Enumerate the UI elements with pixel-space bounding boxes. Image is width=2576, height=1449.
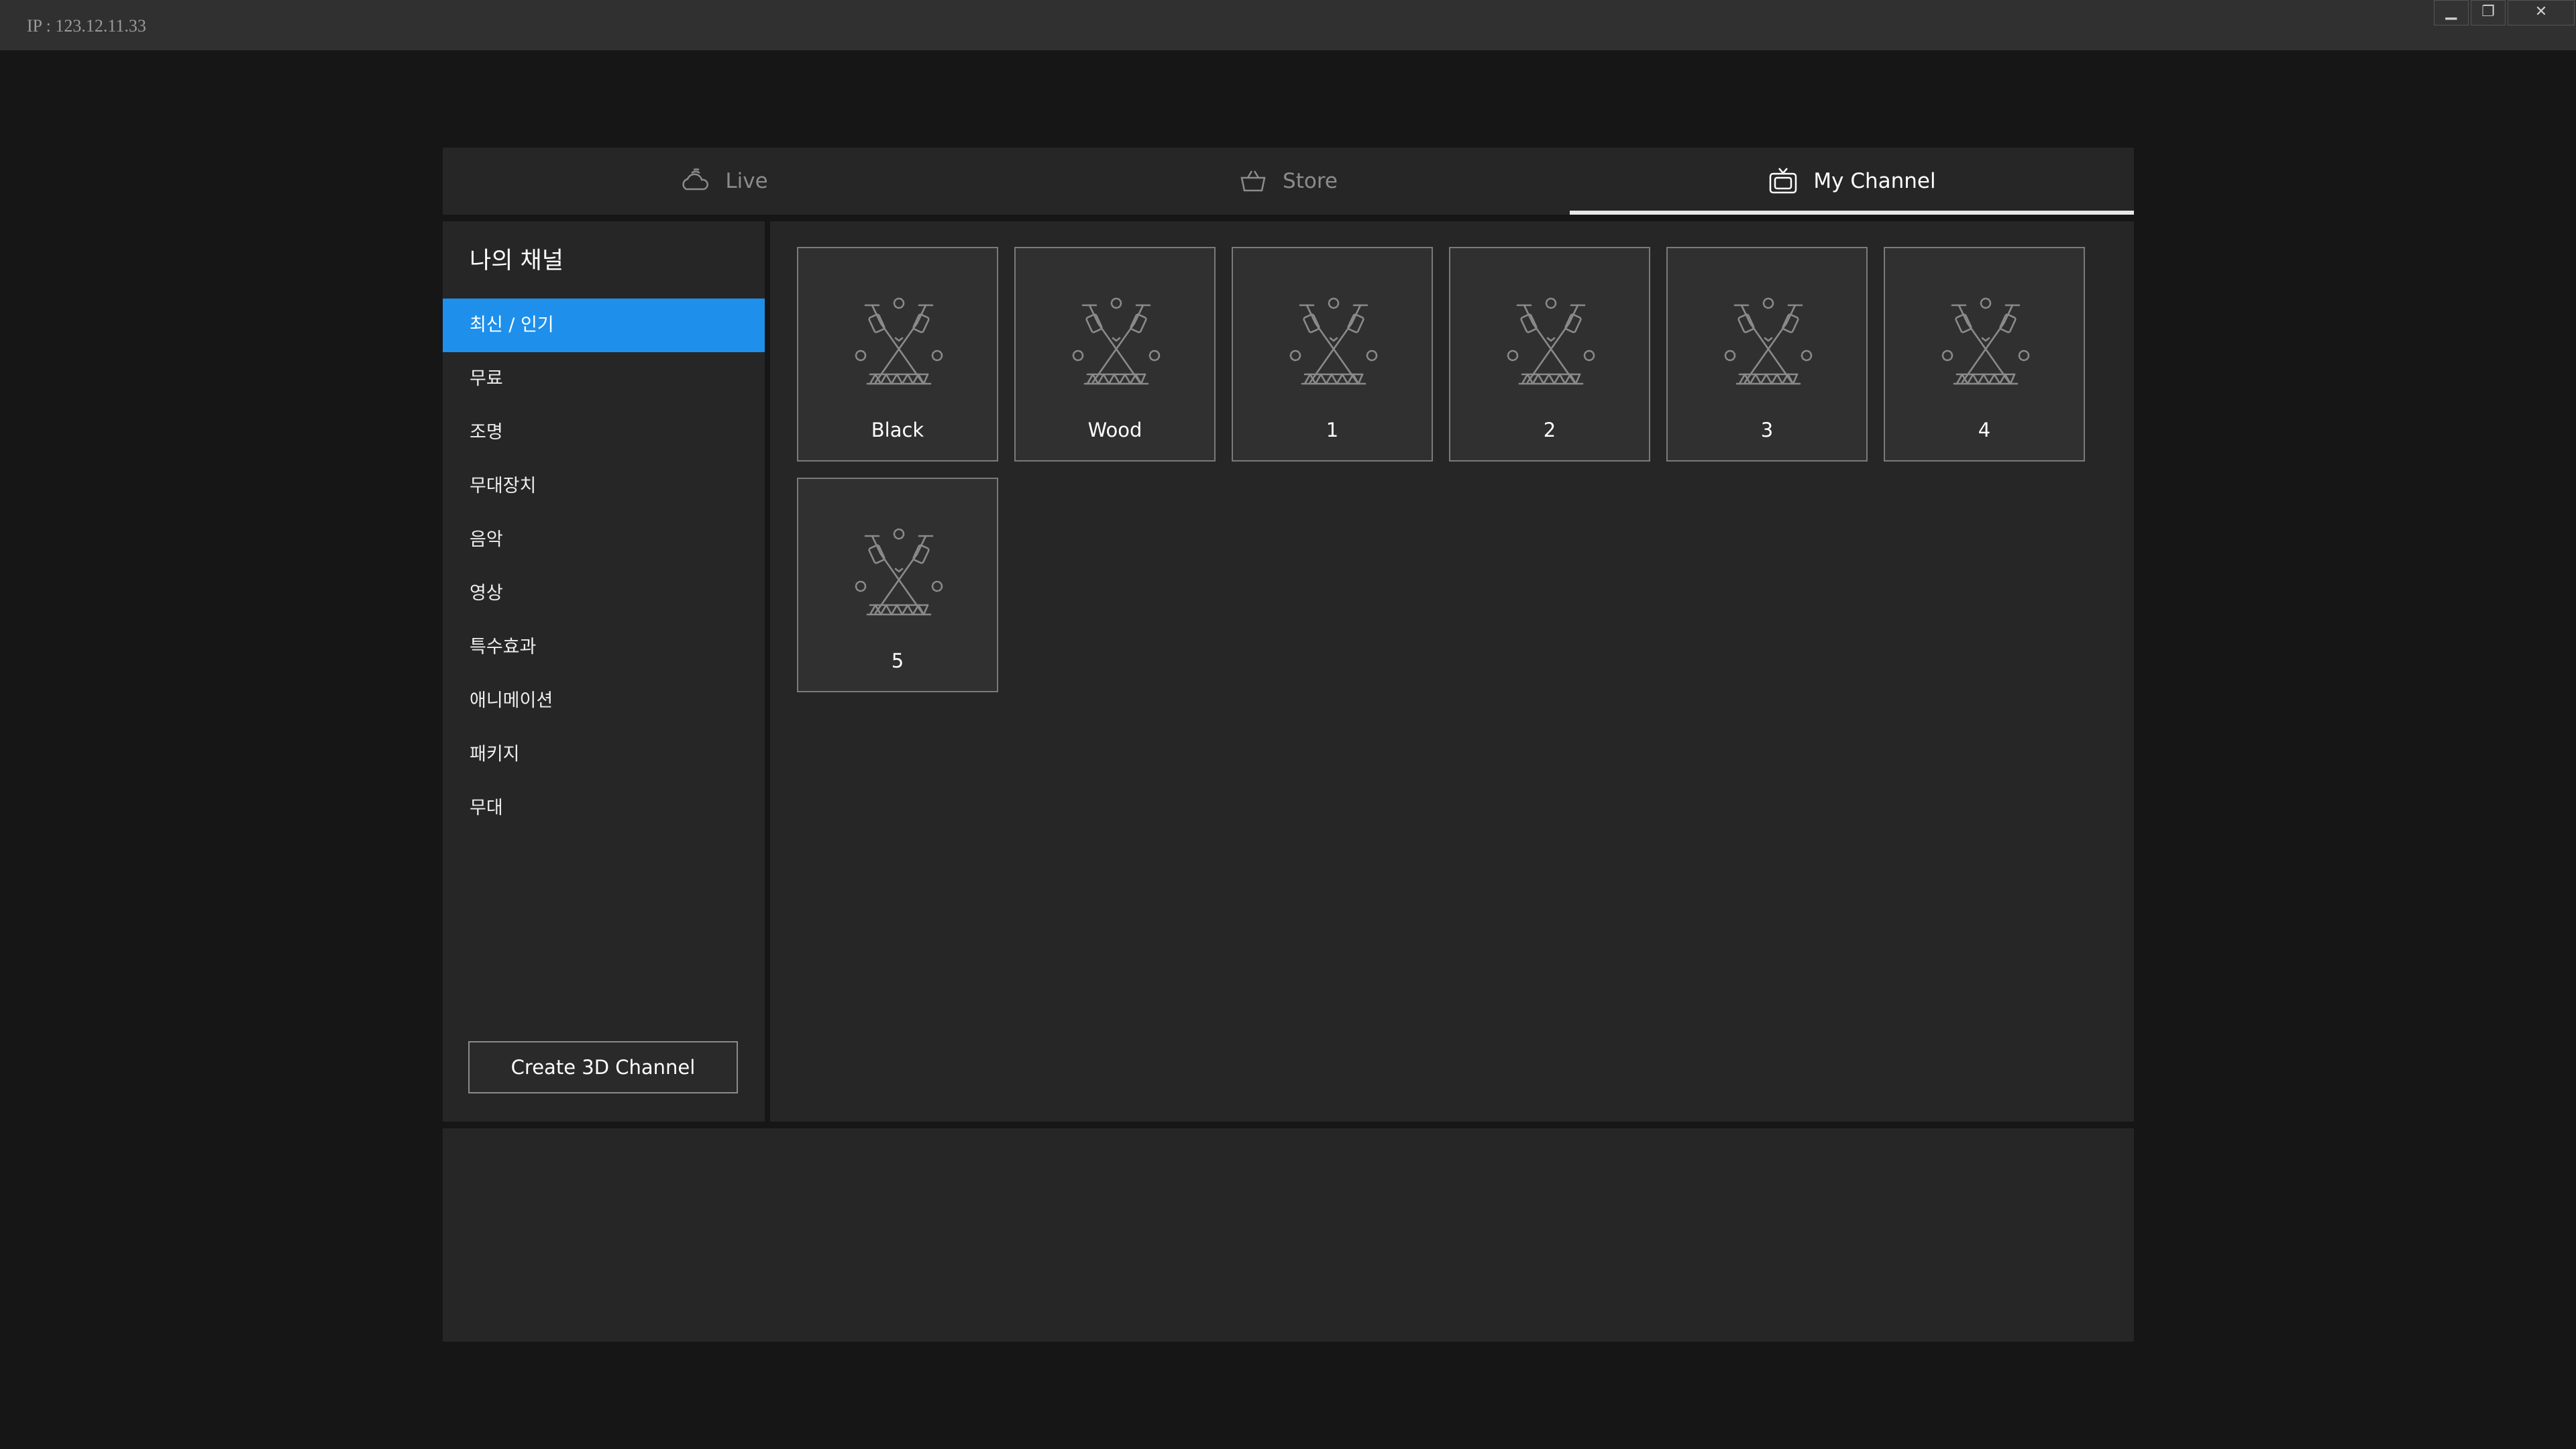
sidebar-item-stage-equipment[interactable]: 무대장치: [443, 460, 765, 513]
sidebar-item-music[interactable]: 음악: [443, 513, 765, 567]
channel-card[interactable]: 5: [797, 478, 998, 692]
stage-lights-icon: [1283, 288, 1384, 389]
channel-card[interactable]: 2: [1449, 247, 1650, 462]
sidebar-item-video[interactable]: 영상: [443, 567, 765, 621]
channel-card[interactable]: 4: [1884, 247, 2085, 462]
stage-lights-icon: [1935, 288, 2036, 389]
channel-name: 3: [1760, 419, 1774, 441]
sidebar-item-latest-popular[interactable]: 최신 / 인기: [443, 299, 765, 352]
channel-card[interactable]: 3: [1666, 247, 1868, 462]
tab-live[interactable]: Live: [443, 148, 1006, 215]
title-bar: IP : 123.12.11.33 ▁ ❐ ✕: [0, 0, 2576, 50]
restore-icon: ❐: [2481, 3, 2495, 20]
create-3d-channel-button[interactable]: Create 3D Channel: [468, 1041, 738, 1093]
sidebar: 나의 채널 최신 / 인기 무료 조명 무대장치 음악 영상 특수효과 애니메이…: [443, 221, 765, 1122]
cloud-icon: [682, 168, 709, 191]
channel-name: Wood: [1087, 419, 1142, 441]
tab-my-channel[interactable]: My Channel: [1570, 148, 2134, 215]
app-window: Live Store My Channel 나의 채널 최신 / 인기 무료 조…: [443, 148, 2134, 1342]
sidebar-item-lighting[interactable]: 조명: [443, 406, 765, 460]
tab-bar: Live Store My Channel: [443, 148, 2134, 215]
tab-store[interactable]: Store: [1006, 148, 1570, 215]
tab-live-label: Live: [725, 169, 768, 193]
restore-button[interactable]: ❐: [2471, 0, 2506, 25]
category-menu: 최신 / 인기 무료 조명 무대장치 음악 영상 특수효과 애니메이션 패키지 …: [443, 299, 765, 835]
tab-my-channel-label: My Channel: [1813, 169, 1936, 193]
sidebar-item-free[interactable]: 무료: [443, 352, 765, 406]
bottom-panel: [443, 1128, 2134, 1342]
sidebar-item-stage[interactable]: 무대: [443, 782, 765, 835]
channel-card[interactable]: Wood: [1014, 247, 1216, 462]
sidebar-title: 나의 채널: [470, 248, 564, 274]
stage-lights-icon: [1066, 288, 1167, 389]
tab-store-label: Store: [1283, 169, 1338, 193]
channel-name: Black: [871, 419, 924, 441]
channel-grid: Black Wood 1 2 3 4 5: [797, 247, 2085, 692]
channel-card[interactable]: 1: [1232, 247, 1433, 462]
channel-name: 1: [1326, 419, 1339, 441]
basket-icon: [1240, 170, 1266, 192]
minimize-icon: ▁: [2445, 3, 2457, 20]
stage-lights-icon: [849, 519, 949, 620]
channel-content: Black Wood 1 2 3 4 5: [770, 221, 2134, 1122]
tv-icon: [1770, 168, 1797, 194]
stage-lights-icon: [1718, 288, 1819, 389]
sidebar-item-animation[interactable]: 애니메이션: [443, 674, 765, 728]
close-icon: ✕: [2534, 3, 2548, 20]
stage-lights-icon: [1501, 288, 1601, 389]
sidebar-item-special-effects[interactable]: 특수효과: [443, 621, 765, 674]
sidebar-item-package[interactable]: 패키지: [443, 728, 765, 782]
stage-lights-icon: [849, 288, 949, 389]
ip-address: IP : 123.12.11.33: [27, 16, 146, 36]
channel-name: 4: [1978, 419, 1991, 441]
channel-name: 5: [891, 649, 904, 672]
minimize-button[interactable]: ▁: [2434, 0, 2469, 25]
channel-card[interactable]: Black: [797, 247, 998, 462]
close-button[interactable]: ✕: [2508, 0, 2575, 25]
channel-name: 2: [1543, 419, 1556, 441]
